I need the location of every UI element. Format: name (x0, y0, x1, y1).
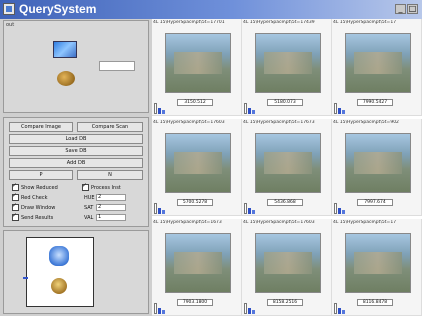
sat-input[interactable]: 2 (96, 204, 126, 211)
process-inst-label: Process Inst (91, 185, 121, 191)
result-cell[interactable]: 4L 15\HyperSpace\pt\5t=17 7990.5427 (332, 19, 422, 116)
hue-input[interactable]: 2 (96, 194, 126, 201)
hue-label: HUE (84, 195, 95, 201)
checkbox-checked-icon (12, 212, 19, 221)
val-input[interactable]: 1 (96, 214, 126, 221)
query-panel-label: out (6, 22, 15, 28)
result-preview-box[interactable] (26, 237, 94, 307)
query-thumbnail-brown[interactable] (57, 71, 75, 86)
previous-button[interactable]: P (9, 170, 73, 180)
draw-window-checkbox[interactable]: Draw Window (12, 202, 56, 212)
result-cell[interactable]: 4L 15\HyperSpace\pt\5t=17701 3150.512 (152, 19, 242, 116)
left-panel: out Compare Image Compare Scan Load DB S… (0, 19, 152, 316)
color-histogram (244, 302, 256, 314)
result-cell[interactable]: 4L 15\HyperSpace\pt\5t=17673 5436.868 (242, 119, 332, 216)
send-results-checkbox[interactable]: Send Results (12, 212, 54, 222)
maximize-button[interactable]: □ (407, 4, 418, 14)
show-reduced-checkbox[interactable]: Show Reduced (12, 182, 58, 192)
result-caption: 4L 15\HyperSpace\pt\5t=902 (333, 120, 399, 125)
result-image[interactable] (165, 33, 231, 93)
query-system-window: QuerySystem _ □ out Compare Image Compar… (0, 0, 422, 316)
result-caption: 4L 15\HyperSpace\pt\5t=17603 (243, 220, 315, 225)
result-cell[interactable]: 4L 15\HyperSpace\pt\5t=17603 8158.2516 (242, 219, 332, 316)
result-score: 5700.5278 (177, 199, 213, 206)
color-histogram (154, 102, 166, 114)
result-caption: 4L 15\HyperSpace\pt\5t=17701 (153, 20, 225, 25)
sat-field-row: SAT 2 (84, 204, 126, 212)
color-histogram (154, 202, 166, 214)
controls-panel: Compare Image Compare Scan Load DB Save … (3, 117, 149, 227)
next-button[interactable]: N (77, 170, 143, 180)
result-blob-brown (51, 278, 67, 294)
save-db-button[interactable]: Save DB (9, 146, 143, 156)
val-label: VAL (84, 215, 94, 221)
result-preview-panel (3, 230, 149, 314)
result-score: 7997.674 (357, 199, 393, 206)
result-caption: 4L 15\HyperSpace\pt\5t=17439 (243, 20, 315, 25)
result-caption: 4L 15\HyperSpace\pt\5t=1673 (153, 220, 222, 225)
result-cell[interactable]: 4L 15\HyperSpace\pt\5t=17 8116.8478 (332, 219, 422, 316)
result-blob-blue (49, 246, 69, 266)
result-score: 7903.1800 (177, 299, 213, 306)
sat-label: SAT (84, 205, 94, 211)
result-score: 8116.8478 (357, 299, 393, 306)
query-thumbnail-blue[interactable] (53, 41, 77, 58)
send-results-label: Send Results (21, 215, 54, 221)
result-image[interactable] (255, 233, 321, 293)
result-score: 8158.2516 (267, 299, 303, 306)
window-title: QuerySystem (19, 2, 97, 16)
color-histogram (154, 302, 166, 314)
checkbox-checked-icon (12, 182, 19, 191)
result-score: 5180.073 (267, 99, 303, 106)
result-image[interactable] (345, 233, 411, 293)
color-histogram (334, 102, 346, 114)
result-cell[interactable]: 4L 15\HyperSpace\pt\5t=1673 7903.1800 (152, 219, 242, 316)
result-image[interactable] (345, 133, 411, 193)
hue-field-row: HUE 2 (84, 194, 126, 202)
color-histogram (244, 102, 256, 114)
red-check-label: Red Check (21, 195, 48, 201)
result-cell[interactable]: 4L 15\HyperSpace\pt\5t=902 7997.674 (332, 119, 422, 216)
draw-window-label: Draw Window (21, 205, 56, 211)
color-histogram (244, 202, 256, 214)
result-image[interactable] (165, 233, 231, 293)
result-score: 7990.5427 (357, 99, 393, 106)
color-histogram (334, 302, 346, 314)
result-image[interactable] (165, 133, 231, 193)
result-image[interactable] (345, 33, 411, 93)
minimize-button[interactable]: _ (395, 4, 406, 14)
load-db-button[interactable]: Load DB (9, 134, 143, 144)
show-reduced-label: Show Reduced (21, 185, 58, 191)
result-image[interactable] (255, 133, 321, 193)
result-score: 3150.512 (177, 99, 213, 106)
query-text-field[interactable] (99, 61, 135, 71)
result-cell[interactable]: 4L 15\HyperSpace\pt\5t=17439 5180.073 (242, 19, 332, 116)
result-score: 5436.868 (267, 199, 303, 206)
compare-scan-button[interactable]: Compare Scan (77, 122, 143, 132)
checkbox-checked-icon (12, 192, 19, 201)
app-icon (3, 3, 15, 15)
query-image-panel: out (3, 20, 149, 113)
result-caption: 4L 15\HyperSpace\pt\5t=17603 (153, 120, 225, 125)
result-cell[interactable]: 4L 15\HyperSpace\pt\5t=17603 5700.5278 (152, 119, 242, 216)
result-caption: 4L 15\HyperSpace\pt\5t=17 (333, 20, 397, 25)
checkbox-checked-icon (82, 182, 89, 191)
checkbox-checked-icon (12, 202, 19, 211)
process-inst-checkbox[interactable]: Process Inst (82, 182, 121, 192)
results-grid: 4L 15\HyperSpace\pt\5t=17701 3150.512 4L… (152, 19, 422, 316)
position-marker (23, 277, 28, 279)
add-db-button[interactable]: Add DB (9, 158, 143, 168)
result-image[interactable] (255, 33, 321, 93)
color-histogram (334, 202, 346, 214)
title-bar[interactable]: QuerySystem _ □ (0, 0, 422, 19)
result-caption: 4L 15\HyperSpace\pt\5t=17673 (243, 120, 315, 125)
compare-image-button[interactable]: Compare Image (9, 122, 73, 132)
red-check-checkbox[interactable]: Red Check (12, 192, 48, 202)
result-caption: 4L 15\HyperSpace\pt\5t=17 (333, 220, 397, 225)
val-field-row: VAL 1 (84, 214, 126, 222)
